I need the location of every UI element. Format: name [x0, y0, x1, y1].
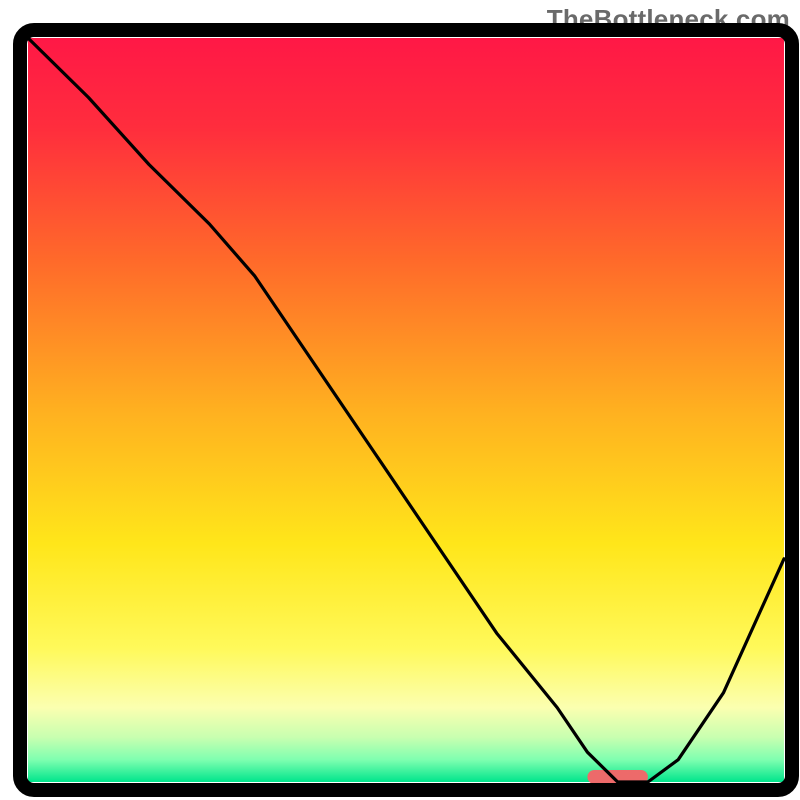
bottleneck-chart: [0, 0, 800, 800]
gradient-background: [28, 38, 784, 782]
chart-container: TheBottleneck.com: [0, 0, 800, 800]
